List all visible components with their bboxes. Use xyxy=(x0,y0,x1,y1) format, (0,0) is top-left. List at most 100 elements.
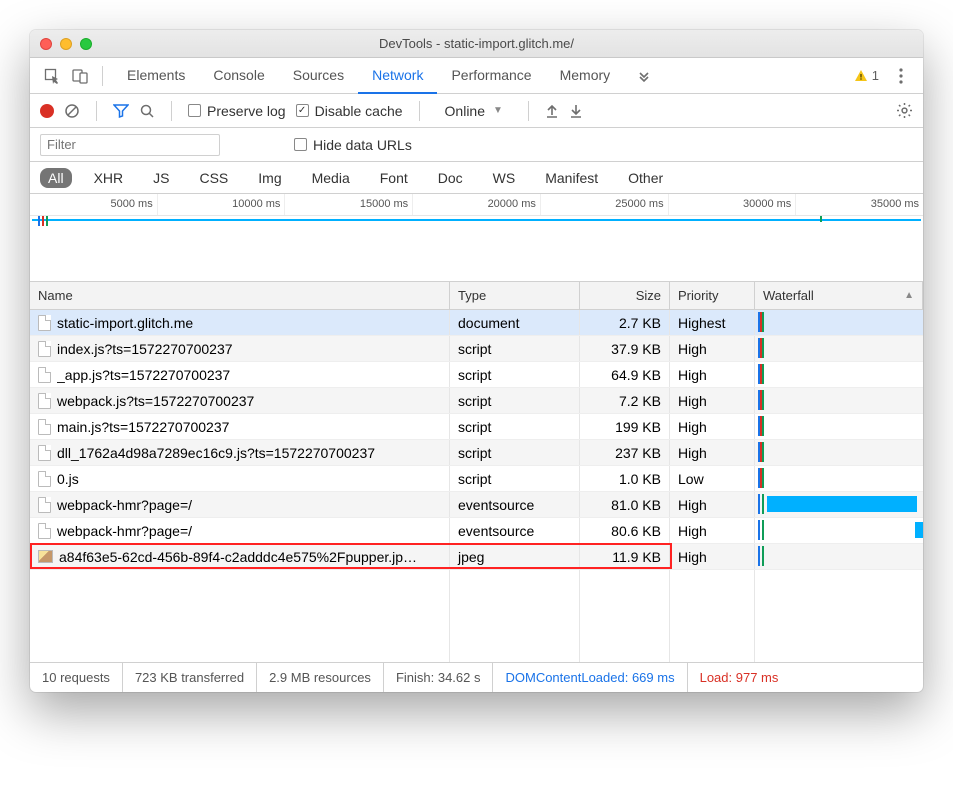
window-titlebar[interactable]: DevTools - static-import.glitch.me/ xyxy=(30,30,923,58)
table-row[interactable]: index.js?ts=1572270700237 script37.9 KBHi… xyxy=(30,336,923,362)
type-filter-other[interactable]: Other xyxy=(620,168,671,188)
column-priority[interactable]: Priority xyxy=(670,282,755,309)
zoom-window-button[interactable] xyxy=(80,38,92,50)
file-icon xyxy=(38,497,51,513)
filter-input[interactable] xyxy=(40,134,220,156)
device-toggle-icon[interactable] xyxy=(68,64,92,88)
request-type: script xyxy=(450,336,580,361)
file-icon xyxy=(38,445,51,461)
more-tabs-icon[interactable] xyxy=(632,64,656,88)
status-resources: 2.9 MB resources xyxy=(257,663,384,692)
window-controls xyxy=(40,38,92,50)
upload-har-icon[interactable] xyxy=(545,103,559,119)
request-type: document xyxy=(450,310,580,335)
table-row[interactable]: 0.jsscript1.0 KBLow xyxy=(30,466,923,492)
separator xyxy=(528,101,529,121)
minimize-window-button[interactable] xyxy=(60,38,72,50)
request-waterfall xyxy=(755,310,923,335)
request-name: webpack.js?ts=1572270700237 xyxy=(57,393,254,409)
request-name: a84f63e5-62cd-456b-89f4-c2adddc4e575%2Fp… xyxy=(59,549,417,565)
table-row[interactable]: main.js?ts=1572270700237script199 KBHigh xyxy=(30,414,923,440)
hide-data-urls-label: Hide data URLs xyxy=(313,137,412,153)
tab-console[interactable]: Console xyxy=(199,58,278,94)
request-waterfall xyxy=(755,492,923,517)
network-toolbar: Preserve log Disable cache Online ▼ xyxy=(30,94,923,128)
request-waterfall xyxy=(755,362,923,387)
column-name[interactable]: Name xyxy=(30,282,450,309)
request-priority: High xyxy=(670,362,755,387)
column-type[interactable]: Type xyxy=(450,282,580,309)
table-row[interactable]: webpack.js?ts=1572270700237script7.2 KBH… xyxy=(30,388,923,414)
type-filter-img[interactable]: Img xyxy=(250,168,289,188)
tab-elements[interactable]: Elements xyxy=(113,58,199,94)
request-name: index.js?ts=1572270700237 xyxy=(57,341,233,357)
column-waterfall[interactable]: Waterfall▲ xyxy=(755,282,923,309)
ruler-tick: 5000 ms xyxy=(30,194,157,215)
type-filter-manifest[interactable]: Manifest xyxy=(537,168,606,188)
table-row[interactable]: dll_1762a4d98a7289ec16c9.js?ts=157227070… xyxy=(30,440,923,466)
clear-button[interactable] xyxy=(64,103,80,119)
request-priority: Highest xyxy=(670,310,755,335)
request-name: webpack-hmr?page=/ xyxy=(57,497,192,513)
type-filter-font[interactable]: Font xyxy=(372,168,416,188)
table-header: Name Type Size Priority Waterfall▲ xyxy=(30,282,923,310)
tab-sources[interactable]: Sources xyxy=(279,58,358,94)
request-priority: High xyxy=(670,388,755,413)
type-filter-all[interactable]: All xyxy=(40,168,72,188)
separator xyxy=(419,101,420,121)
request-waterfall xyxy=(755,544,923,569)
kebab-menu-icon[interactable] xyxy=(889,64,913,88)
devtools-window: DevTools - static-import.glitch.me/ Elem… xyxy=(30,30,923,692)
sort-asc-icon: ▲ xyxy=(904,290,914,301)
preserve-log-label: Preserve log xyxy=(207,103,286,119)
timeline-marker xyxy=(42,216,44,226)
disable-cache-checkbox[interactable] xyxy=(296,104,309,117)
request-size: 11.9 KB xyxy=(580,544,670,569)
request-priority: High xyxy=(670,492,755,517)
warning-badge[interactable]: 1 xyxy=(854,68,879,83)
warning-icon xyxy=(854,69,868,83)
request-size: 37.9 KB xyxy=(580,336,670,361)
preserve-log-checkbox[interactable] xyxy=(188,104,201,117)
table-row[interactable]: static-import.glitch.medocument2.7 KBHig… xyxy=(30,310,923,336)
ruler-tick: 10000 ms xyxy=(157,194,285,215)
settings-gear-icon[interactable] xyxy=(896,102,913,119)
table-row[interactable]: _app.js?ts=1572270700237script64.9 KBHig… xyxy=(30,362,923,388)
separator xyxy=(171,101,172,121)
warning-count: 1 xyxy=(872,68,879,83)
type-filter-js[interactable]: JS xyxy=(145,168,177,188)
record-button[interactable] xyxy=(40,104,54,118)
download-har-icon[interactable] xyxy=(569,103,583,119)
tab-memory[interactable]: Memory xyxy=(546,58,625,94)
request-priority: High xyxy=(670,336,755,361)
image-file-icon xyxy=(38,550,53,563)
ruler-tick: 35000 ms xyxy=(795,194,923,215)
type-filter-ws[interactable]: WS xyxy=(485,168,524,188)
filter-toggle-icon[interactable] xyxy=(113,103,129,119)
request-size: 1.0 KB xyxy=(580,466,670,491)
request-type: script xyxy=(450,466,580,491)
ruler-tick: 30000 ms xyxy=(668,194,796,215)
type-filter-media[interactable]: Media xyxy=(304,168,358,188)
inspect-icon[interactable] xyxy=(40,64,64,88)
column-size[interactable]: Size xyxy=(580,282,670,309)
requests-table: Name Type Size Priority Waterfall▲ stati… xyxy=(30,282,923,662)
request-name: _app.js?ts=1572270700237 xyxy=(57,367,230,383)
table-row[interactable]: webpack-hmr?page=/eventsource81.0 KBHigh xyxy=(30,492,923,518)
hide-data-urls-checkbox[interactable] xyxy=(294,138,307,151)
table-row[interactable]: webpack-hmr?page=/eventsource80.6 KBHigh xyxy=(30,518,923,544)
request-size: 7.2 KB xyxy=(580,388,670,413)
type-filter-css[interactable]: CSS xyxy=(191,168,236,188)
close-window-button[interactable] xyxy=(40,38,52,50)
type-filter-xhr[interactable]: XHR xyxy=(86,168,132,188)
table-row[interactable]: a84f63e5-62cd-456b-89f4-c2adddc4e575%2Fp… xyxy=(30,544,923,570)
throttling-select[interactable]: Online ▼ xyxy=(436,100,512,122)
tab-performance[interactable]: Performance xyxy=(437,58,545,94)
timeline-overview[interactable]: 5000 ms10000 ms15000 ms20000 ms25000 ms3… xyxy=(30,194,923,282)
tab-network[interactable]: Network xyxy=(358,58,437,94)
request-waterfall xyxy=(755,440,923,465)
file-icon xyxy=(38,419,51,435)
type-filter-doc[interactable]: Doc xyxy=(430,168,471,188)
search-icon[interactable] xyxy=(139,103,155,119)
file-icon xyxy=(38,471,51,487)
